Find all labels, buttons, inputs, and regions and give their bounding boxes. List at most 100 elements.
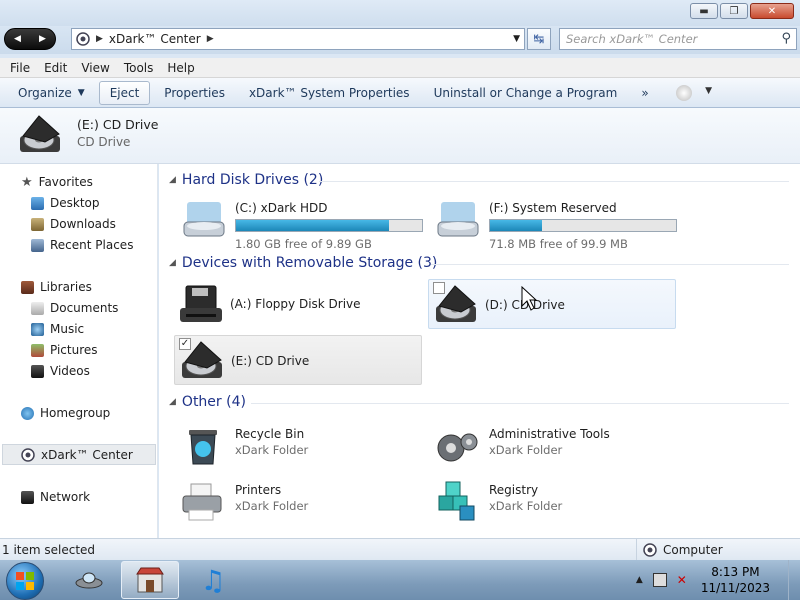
close-button[interactable]: ✕ xyxy=(750,3,794,19)
uninstall-program-button[interactable]: Uninstall or Change a Program xyxy=(424,81,628,105)
sidebar-item-label: Documents xyxy=(50,301,119,315)
drive-tile-f[interactable]: (F:) System Reserved 71.8 MB free of 99.… xyxy=(433,196,681,251)
tray-expand-icon[interactable]: ▲ xyxy=(636,575,643,585)
sidebar-item-label: Music xyxy=(50,322,85,336)
drive-usage-fill xyxy=(490,220,543,231)
taskbar-explorer-button[interactable] xyxy=(121,561,179,599)
group-header-hard-disk-drives[interactable]: ◢ Hard Disk Drives (2) xyxy=(169,172,323,188)
maximize-button[interactable]: ❐ xyxy=(720,3,748,19)
sidebar-item-pictures[interactable]: Pictures xyxy=(31,341,98,359)
selection-count: 1 item selected xyxy=(2,543,96,557)
taskbar-music-button[interactable]: ♫ xyxy=(184,561,242,599)
title-bar: ▬ ❐ ✕ xyxy=(0,0,800,26)
breadcrumb-chevron-icon[interactable]: ▶ xyxy=(96,34,103,44)
sidebar-item-xdark-center[interactable]: xDark™ Center xyxy=(2,444,156,465)
menu-help[interactable]: Help xyxy=(167,61,202,75)
collapse-triangle-icon[interactable]: ◢ xyxy=(169,258,176,268)
drive-name: (F:) System Reserved xyxy=(489,201,617,215)
sidebar-item-label: Favorites xyxy=(38,175,93,189)
group-header-removable-storage[interactable]: ◢ Devices with Removable Storage (3) xyxy=(169,255,437,271)
homegroup-icon xyxy=(21,406,34,420)
content-pane: ◢ Hard Disk Drives (2) (C:) xDark HDD 1.… xyxy=(159,164,800,538)
item-tile-registry[interactable]: Registry xDark Folder xyxy=(433,478,681,528)
volume-muted-icon[interactable]: ✕ xyxy=(677,573,687,587)
view-options-icon[interactable] xyxy=(676,85,692,101)
system-properties-button[interactable]: xDark™ System Properties xyxy=(239,81,420,105)
star-icon: ★ xyxy=(21,174,33,190)
more-commands-button[interactable]: » xyxy=(631,81,658,105)
drive-tile-c[interactable]: (C:) xDark HDD 1.80 GB free of 9.89 GB xyxy=(179,196,427,251)
taskbar-ufo-app-button[interactable] xyxy=(60,561,118,599)
item-tile-recycle-bin[interactable]: Recycle Bin xDark Folder xyxy=(179,422,427,472)
item-type: xDark Folder xyxy=(235,443,309,457)
network-tray-icon[interactable] xyxy=(652,573,667,587)
breadcrumb-xdark-center[interactable]: xDark™ Center xyxy=(109,32,201,46)
sidebar-item-documents[interactable]: Documents xyxy=(31,299,118,317)
collapse-triangle-icon[interactable]: ◢ xyxy=(169,397,176,407)
sidebar-item-libraries[interactable]: Libraries xyxy=(21,278,92,296)
item-tile-printers[interactable]: Printers xDark Folder xyxy=(179,478,427,528)
back-arrow-icon[interactable]: ◀ xyxy=(14,34,21,44)
group-header-other[interactable]: ◢ Other (4) xyxy=(169,394,246,410)
menu-tools[interactable]: Tools xyxy=(124,61,162,75)
xdark-center-icon xyxy=(21,447,35,462)
ufo-icon xyxy=(75,572,103,589)
view-options-dropdown-icon[interactable]: ▼ xyxy=(705,86,712,96)
drive-tile-e[interactable]: ✓ (E:) CD Drive xyxy=(174,335,422,385)
eject-label: Eject xyxy=(109,85,140,100)
item-name: Registry xyxy=(489,483,539,497)
sidebar-item-label: Videos xyxy=(50,364,90,378)
menu-bar: File Edit View Tools Help xyxy=(0,58,800,78)
address-dropdown-icon[interactable]: ▼ xyxy=(513,34,520,44)
organize-button[interactable]: Organize ▼ xyxy=(8,81,95,105)
system-clock[interactable]: 8:13 PM 11/11/2023 xyxy=(701,564,770,596)
selected-item-title: (E:) CD Drive xyxy=(77,117,159,132)
sidebar-item-music[interactable]: Music xyxy=(31,320,84,338)
minimize-button[interactable]: ▬ xyxy=(690,3,718,19)
show-desktop-button[interactable] xyxy=(788,560,800,600)
navigation-buttons: ◀ ▶ xyxy=(4,28,56,50)
more-label: » xyxy=(641,85,649,100)
group-title: Hard Disk Drives (2) xyxy=(181,172,324,188)
drive-tile-d[interactable]: (D:) CD Drive xyxy=(428,279,676,329)
group-divider xyxy=(431,264,789,265)
refresh-icon: ↹ xyxy=(533,31,545,47)
drive-free-space: 71.8 MB free of 99.9 MB xyxy=(489,237,628,251)
properties-button[interactable]: Properties xyxy=(154,81,235,105)
sidebar-item-homegroup[interactable]: Homegroup xyxy=(21,404,110,422)
xdark-center-icon xyxy=(643,543,657,557)
music-icon xyxy=(31,322,44,336)
menu-file[interactable]: File xyxy=(10,61,38,75)
navigation-pane: ★ Favorites Desktop Downloads Recent Pla… xyxy=(0,164,158,538)
breadcrumb-chevron-icon[interactable]: ▶ xyxy=(207,34,214,44)
status-bar: 1 item selected Computer xyxy=(0,538,800,561)
sidebar-item-network[interactable]: Network xyxy=(21,488,90,506)
store-icon xyxy=(136,567,164,593)
sidebar-item-favorites[interactable]: ★ Favorites xyxy=(21,173,93,191)
sidebar-item-desktop[interactable]: Desktop xyxy=(31,194,100,212)
recycle-bin-icon xyxy=(189,430,217,465)
sidebar-item-recent-places[interactable]: Recent Places xyxy=(31,236,133,254)
sidebar-item-label: Downloads xyxy=(50,217,116,231)
sidebar-item-downloads[interactable]: Downloads xyxy=(31,215,116,233)
eject-button[interactable]: Eject xyxy=(98,80,151,105)
search-input[interactable]: Search xDark™ Center ⚲ xyxy=(559,28,797,50)
drive-usage-bar xyxy=(489,219,677,232)
item-type: xDark Folder xyxy=(235,499,309,513)
drive-name: (E:) CD Drive xyxy=(231,354,310,368)
search-icon[interactable]: ⚲ xyxy=(781,31,791,46)
refresh-button[interactable]: ↹ xyxy=(527,28,551,50)
drive-tile-a[interactable]: (A:) Floppy Disk Drive xyxy=(174,279,422,329)
item-tile-administrative-tools[interactable]: Administrative Tools xDark Folder xyxy=(433,422,681,472)
start-button[interactable] xyxy=(6,562,44,600)
menu-view[interactable]: View xyxy=(81,61,117,75)
system-tray: ▲ ✕ 8:13 PM 11/11/2023 xyxy=(636,560,800,600)
collapse-triangle-icon[interactable]: ◢ xyxy=(169,175,176,185)
item-name: Printers xyxy=(235,483,282,497)
printer-icon xyxy=(182,483,222,521)
forward-arrow-icon[interactable]: ▶ xyxy=(39,34,46,44)
menu-edit[interactable]: Edit xyxy=(44,61,75,75)
sidebar-item-label: Pictures xyxy=(50,343,98,357)
address-field[interactable]: ▶ xDark™ Center ▶ ▼ xyxy=(71,28,525,50)
sidebar-item-videos[interactable]: Videos xyxy=(31,362,90,380)
